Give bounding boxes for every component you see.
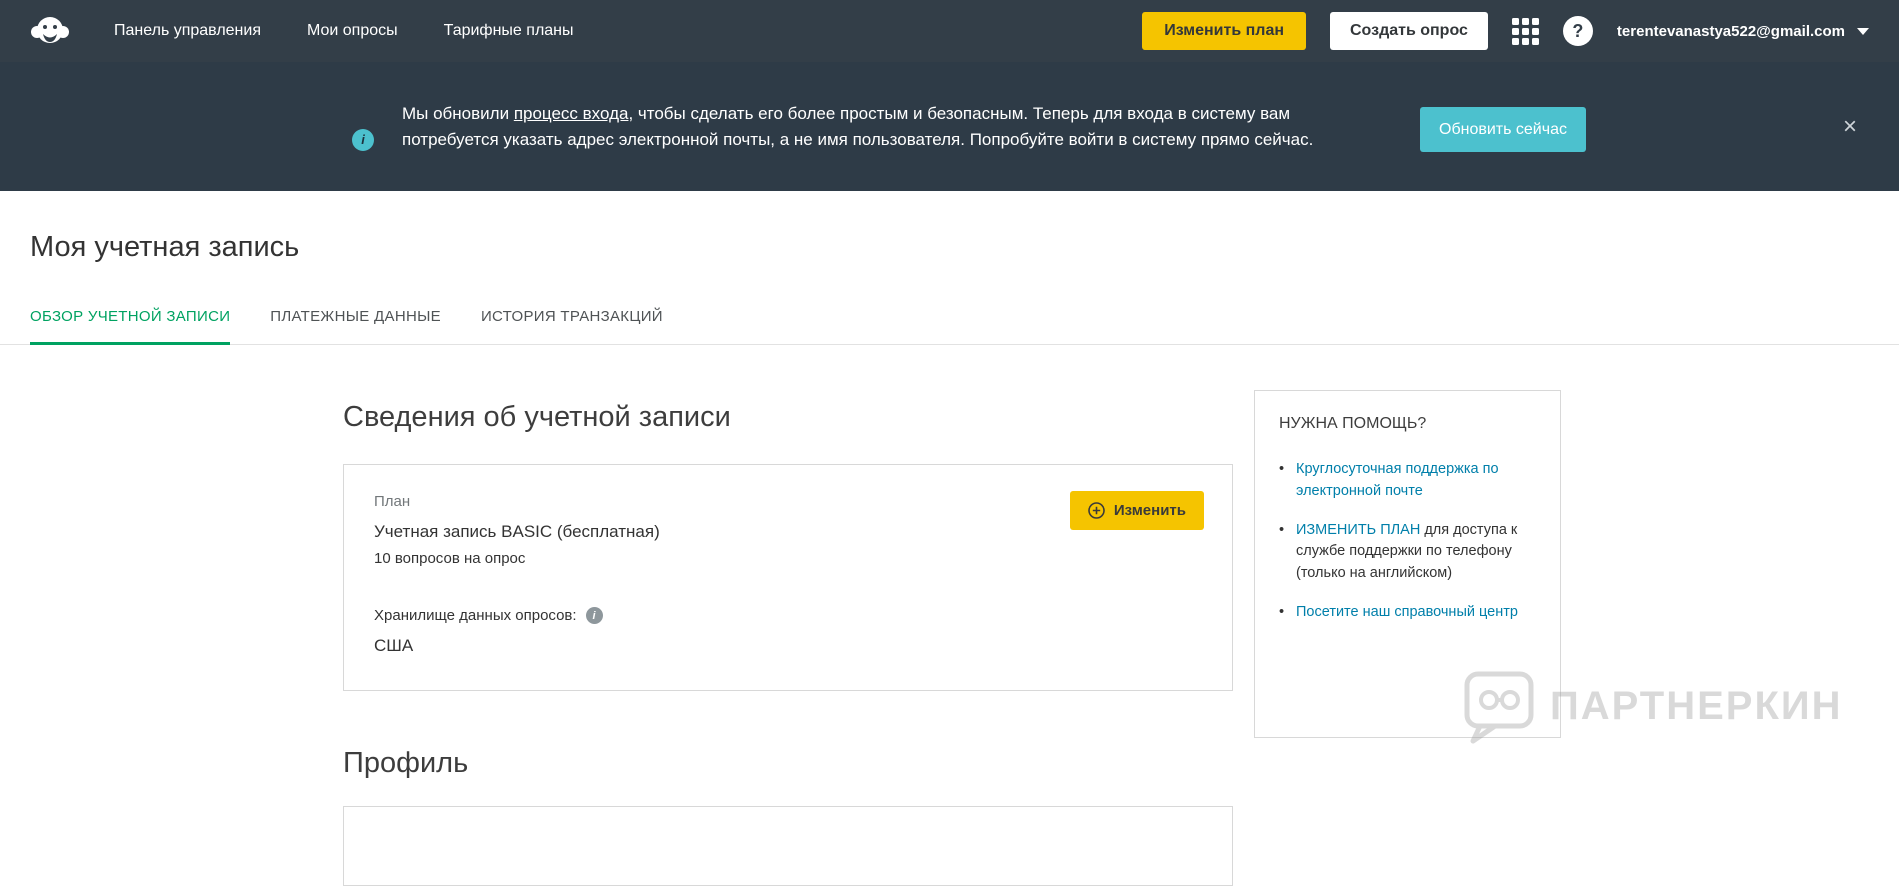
apps-grid-icon[interactable]: [1512, 18, 1539, 45]
user-account-menu[interactable]: terentevanastya522@gmail.com: [1617, 23, 1869, 40]
nav-item-dashboard[interactable]: Панель управления: [114, 22, 261, 40]
plan-details-card: План Учетная запись BASIC (бесплатная) 1…: [343, 464, 1233, 691]
surveymonkey-logo-icon[interactable]: [30, 11, 76, 51]
list-item: ИЗМЕНИТЬ ПЛАН для доступа к службе подде…: [1279, 520, 1536, 585]
nav-item-my-surveys[interactable]: Мои опросы: [307, 22, 398, 40]
banner-text-before: Мы обновили: [402, 104, 514, 123]
account-details-heading: Сведения об учетной записи: [343, 401, 1899, 434]
profile-card: [343, 806, 1233, 886]
navbar-right-group: Изменить план Создать опрос ? terentevan…: [1142, 12, 1869, 50]
list-item: Круглосуточная поддержка по электронной …: [1279, 459, 1536, 503]
page-title: Моя учетная запись: [30, 231, 1899, 264]
storage-label: Хранилище данных опросов:: [374, 607, 577, 624]
create-survey-button[interactable]: Создать опрос: [1330, 12, 1488, 50]
main-content: Сведения об учетной записи План Учетная …: [0, 401, 1899, 886]
tab-account-overview[interactable]: ОБЗОР УЧЕТНОЙ ЗАПИСИ: [30, 308, 230, 345]
user-email: terentevanastya522@gmail.com: [1617, 23, 1845, 40]
change-plan-label: Изменить: [1114, 502, 1186, 519]
nav-item-plans[interactable]: Тарифные планы: [444, 22, 574, 40]
list-item: Посетите наш справочный центр: [1279, 602, 1536, 624]
storage-value: США: [374, 636, 1202, 656]
login-update-banner: i Мы обновили процесс входа, чтобы сдела…: [0, 62, 1899, 191]
close-icon[interactable]: ×: [1843, 115, 1857, 139]
need-help-card: НУЖНА ПОМОЩЬ? Круглосуточная поддержка п…: [1254, 390, 1561, 738]
plan-limit: 10 вопросов на опрос: [374, 550, 1202, 567]
upgrade-plan-button[interactable]: Изменить план: [1142, 12, 1306, 50]
help-icon[interactable]: ?: [1563, 16, 1593, 46]
account-tabs: ОБЗОР УЧЕТНОЙ ЗАПИСИ ПЛАТЕЖНЫЕ ДАННЫЕ ИС…: [0, 308, 1899, 345]
tab-transaction-history[interactable]: ИСТОРИЯ ТРАНЗАКЦИЙ: [481, 308, 663, 345]
upgrade-plan-link[interactable]: ИЗМЕНИТЬ ПЛАН: [1296, 522, 1420, 538]
help-card-title: НУЖНА ПОМОЩЬ?: [1279, 415, 1536, 433]
banner-message: Мы обновили процесс входа, чтобы сделать…: [402, 101, 1342, 153]
storage-info-icon[interactable]: i: [586, 607, 603, 624]
top-navbar: Панель управления Мои опросы Тарифные пл…: [0, 0, 1899, 62]
help-center-link[interactable]: Посетите наш справочный центр: [1296, 604, 1518, 620]
chevron-down-icon: [1857, 28, 1869, 35]
primary-nav: Панель управления Мои опросы Тарифные пл…: [114, 22, 574, 40]
info-icon: i: [352, 129, 374, 151]
help-links-list: Круглосуточная поддержка по электронной …: [1279, 459, 1536, 624]
plus-circle-icon: [1088, 502, 1105, 519]
email-support-link[interactable]: Круглосуточная поддержка по электронной …: [1296, 461, 1499, 499]
login-process-link[interactable]: процесс входа: [514, 104, 629, 123]
profile-heading: Профиль: [343, 747, 1899, 780]
refresh-now-button[interactable]: Обновить сейчас: [1420, 107, 1586, 152]
change-plan-button[interactable]: Изменить: [1070, 491, 1204, 530]
tab-billing-details[interactable]: ПЛАТЕЖНЫЕ ДАННЫЕ: [270, 308, 441, 345]
